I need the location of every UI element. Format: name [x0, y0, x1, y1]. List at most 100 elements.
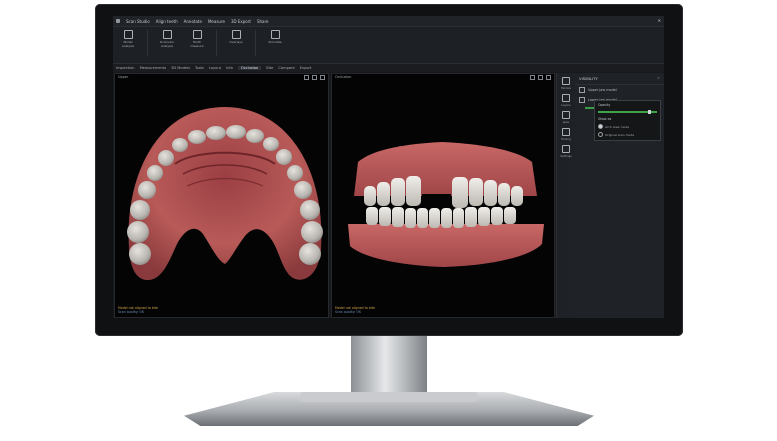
- sidebar-button-models[interactable]: Models: [557, 77, 575, 90]
- viewport-footer: Model not aligned to bite Scan quality: …: [118, 306, 158, 314]
- tab-compare[interactable]: Compare: [278, 66, 294, 70]
- tooth: [130, 200, 150, 220]
- lower-gum: [348, 224, 544, 267]
- menu-item-4[interactable]: 3D Export: [231, 19, 251, 24]
- tooth: [147, 165, 163, 181]
- sidebar-label: Layers: [561, 103, 571, 107]
- simulate-icon: [270, 30, 280, 39]
- title-bar: Scan Studio Align teeth Annotate Measure…: [113, 16, 664, 27]
- tooth: [172, 138, 188, 152]
- radio-unselected[interactable]: [598, 132, 603, 137]
- sidebar-button-settings[interactable]: Settings: [557, 145, 575, 158]
- tab-inspection[interactable]: Inspection: [116, 66, 135, 70]
- tab-measurements[interactable]: Measurements: [140, 66, 167, 70]
- toolbar-button-measure[interactable]: Tooth measure: [186, 30, 208, 60]
- sidebar-button-layers[interactable]: Layers: [557, 94, 575, 107]
- tooth: [301, 221, 323, 243]
- status-text: Scan quality: OK: [118, 309, 145, 314]
- toolbar-label: Simulate: [268, 40, 282, 44]
- jaws-icon: [562, 111, 570, 119]
- tooth: [300, 200, 320, 220]
- missing-tooth-gap: [422, 194, 451, 207]
- tooth: [299, 243, 321, 265]
- toolbar-divider: [216, 30, 217, 56]
- menu-item-2[interactable]: Annotate: [184, 19, 202, 24]
- tooth: [294, 181, 312, 199]
- tooth: [287, 165, 303, 181]
- layers-icon: [562, 94, 570, 102]
- menu-item-3[interactable]: Measure: [208, 19, 225, 24]
- tab-tools[interactable]: Tools: [195, 66, 204, 70]
- tooth: [263, 137, 279, 151]
- visibility-item-label: Upper jaw model: [588, 88, 617, 92]
- toolbar-divider: [147, 30, 148, 56]
- tab-export[interactable]: Export: [300, 66, 312, 70]
- tooth: [129, 243, 151, 265]
- tooling-icon: [562, 128, 570, 136]
- tab-info[interactable]: Info: [226, 66, 233, 70]
- sidebar-button-tooling[interactable]: Tooling: [557, 128, 575, 141]
- panel-title: VISIBILITY: [579, 76, 598, 81]
- tooth: [226, 125, 246, 139]
- measure-icon: [192, 30, 202, 39]
- menu-item-5[interactable]: Share: [257, 19, 269, 24]
- checkbox[interactable]: [579, 87, 585, 93]
- window-title: Scan Studio: [126, 18, 150, 24]
- toolbar-button-overlays[interactable]: Overlays: [225, 30, 247, 60]
- settings-icon: [562, 145, 570, 153]
- toolbar-button-occlusion[interactable]: Occlusion analysis: [156, 30, 178, 60]
- tab-bite[interactable]: Bite: [266, 66, 273, 70]
- model-analysis-icon: [123, 30, 133, 39]
- frontal-bite-model: [348, 142, 544, 267]
- slider-handle[interactable]: [648, 109, 651, 114]
- monitor-neck: [351, 336, 427, 398]
- overlay-icon: [231, 30, 241, 39]
- popup-title: Opacity: [598, 103, 611, 107]
- tooth: [206, 126, 226, 140]
- visibility-item[interactable]: Upper jaw model: [575, 85, 664, 95]
- viewport-footer: Model not aligned to bite Scan quality: …: [335, 306, 375, 314]
- option-label: Original scan mode: [605, 132, 635, 137]
- tab-layout[interactable]: Layout: [209, 66, 221, 70]
- toolbar-label: Model analysis: [121, 40, 135, 48]
- option-original-scan[interactable]: Original scan mode: [595, 131, 660, 139]
- radio-selected[interactable]: [598, 124, 603, 129]
- toolbar-button-simulate[interactable]: Simulate: [264, 30, 286, 60]
- sidebar-button-jaws[interactable]: Jaws: [557, 111, 575, 124]
- panel-header: VISIBILITY ^: [575, 73, 664, 85]
- sidebar-label: Models: [561, 86, 571, 90]
- tooth: [138, 181, 156, 199]
- tooth: [158, 150, 174, 166]
- chevron-up-icon[interactable]: ^: [657, 76, 660, 81]
- tab-strip: Inspection Measurements 3D Models Tools …: [113, 64, 664, 72]
- toolbar-divider: [255, 30, 256, 56]
- sidebar-label: Jaws: [562, 120, 570, 124]
- tab-3d-models[interactable]: 3D Models: [171, 66, 190, 70]
- checkbox[interactable]: [579, 97, 585, 103]
- sidebar-label: Tooling: [561, 137, 571, 141]
- ribbon-toolbar: Model analysis Occlusion analysis Tooth …: [113, 27, 664, 64]
- toolbar-label: Occlusion analysis: [159, 40, 175, 48]
- side-icon-bar: Models Layers Jaws Tooling Settings: [556, 73, 575, 318]
- tooth: [246, 129, 264, 143]
- toolbar-label: Tooth measure: [190, 40, 204, 48]
- upper-arch-model: [127, 107, 323, 281]
- tab-occlusion[interactable]: Occlusion: [237, 66, 262, 70]
- tooth: [188, 130, 206, 144]
- toolbar-label: Overlays: [229, 40, 243, 44]
- viewport-upper-arch[interactable]: Upper Model not aligned to bite Scan qua…: [114, 73, 329, 318]
- models-icon: [562, 77, 570, 85]
- display-options-popup: Opacity Show as Arch view mode Original …: [594, 100, 661, 141]
- popup-section-label: Show as: [598, 116, 612, 121]
- screen: Scan Studio Align teeth Annotate Measure…: [113, 16, 664, 318]
- monitor-base-top: [300, 392, 478, 402]
- option-label: Arch view mode: [605, 124, 630, 129]
- opacity-slider[interactable]: [598, 109, 657, 114]
- toolbar-button-model-analysis[interactable]: Model analysis: [117, 30, 139, 60]
- menu-item-1[interactable]: Align teeth: [156, 19, 178, 24]
- option-arch-view[interactable]: Arch view mode: [595, 123, 660, 131]
- app-logo-icon: [116, 19, 120, 23]
- close-icon[interactable]: ✕: [658, 18, 661, 23]
- viewport-occlusion[interactable]: Occlusion Model not aligned to bite Scan…: [331, 73, 555, 318]
- sidebar-label: Settings: [560, 154, 572, 158]
